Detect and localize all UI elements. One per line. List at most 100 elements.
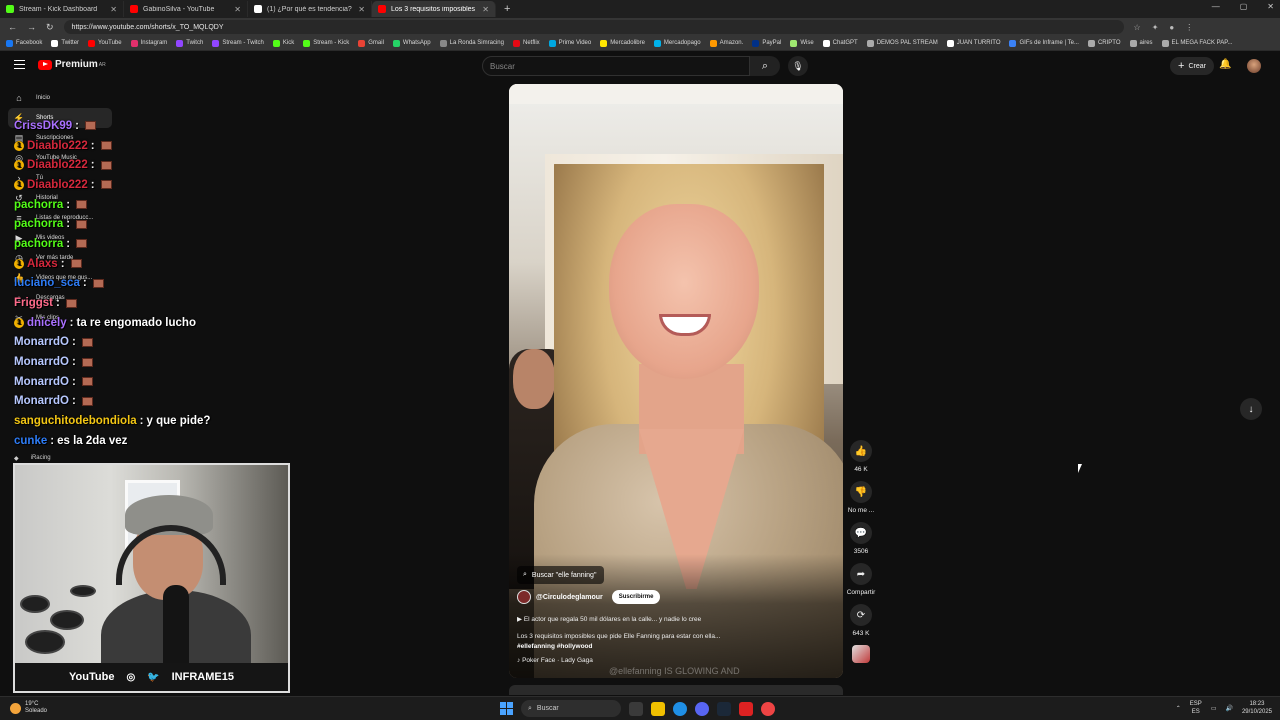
weather-widget[interactable]: 19°C Soleado xyxy=(10,701,47,715)
minimize-icon[interactable]: — xyxy=(1212,2,1220,11)
new-tab-button[interactable]: + xyxy=(496,3,518,15)
bookmark-item[interactable]: Instagram xyxy=(130,39,167,47)
audio-thumbnail[interactable] xyxy=(852,645,870,663)
like-button[interactable]: 👍 xyxy=(850,440,872,462)
bookmark-item[interactable]: Prime Video xyxy=(548,39,591,47)
emote-icon xyxy=(70,259,82,269)
bookmark-favicon-icon xyxy=(1087,39,1095,47)
chat-text: y que pide? xyxy=(146,415,211,428)
clock[interactable]: 18:23 29/10/2025 xyxy=(1242,700,1272,716)
maximize-icon[interactable]: ▢ xyxy=(1240,2,1248,11)
hamburger-menu-icon[interactable] xyxy=(14,60,25,69)
volume-icon[interactable]: 🔊 xyxy=(1225,705,1232,712)
url-field[interactable]: https://www.youtube.com/shorts/x_TO_MQLQ… xyxy=(63,20,1124,34)
music-link[interactable]: ♪ Poker Face · Lady Gaga xyxy=(517,657,593,664)
drum-kit xyxy=(15,575,105,663)
bookmark-item[interactable]: ChatGPT xyxy=(822,39,858,47)
bookmark-item[interactable]: Stream - Kick xyxy=(303,39,349,47)
language-indicator[interactable]: ESP ES xyxy=(1190,700,1202,716)
bookmark-item[interactable]: Twitter xyxy=(51,39,79,47)
voice-search-button[interactable]: 🎙 xyxy=(788,56,808,76)
menu-icon[interactable]: ⋮ xyxy=(1185,23,1193,32)
close-window-icon[interactable]: ✕ xyxy=(1267,2,1274,11)
bookmark-item[interactable]: Gmail xyxy=(358,39,384,47)
next-short-button[interactable]: ↓ xyxy=(1240,398,1262,420)
chat-username: MonarrdO xyxy=(14,375,69,388)
notifications-bell-icon[interactable]: 🔔 xyxy=(1219,59,1231,70)
comments-button[interactable]: 💬 xyxy=(850,522,872,544)
bookmark-item[interactable]: Mercadopago xyxy=(653,39,701,47)
bookmark-item[interactable]: Stream - Twitch xyxy=(212,39,264,47)
bookmark-item[interactable]: EL MEGA FACK PAP... xyxy=(1161,39,1232,47)
back-icon[interactable]: ← xyxy=(8,22,17,32)
bookmark-favicon-icon xyxy=(51,39,59,47)
create-button[interactable]: + Crear xyxy=(1170,57,1214,75)
bookmark-item[interactable]: JUAN TURRITO xyxy=(946,39,1000,47)
close-tab-icon[interactable]: ✕ xyxy=(110,5,117,14)
bookmark-item[interactable]: Amazon. xyxy=(709,39,743,47)
edge-icon[interactable] xyxy=(673,701,687,716)
close-tab-icon[interactable]: ✕ xyxy=(482,5,489,14)
browser-tab[interactable]: GabinoSilva - YouTube ✕ xyxy=(124,1,248,17)
discord-icon[interactable] xyxy=(695,701,709,716)
bookmark-item[interactable]: Twitch xyxy=(176,39,203,47)
bookmark-item[interactable]: Mercadolibre xyxy=(600,39,645,47)
browser-tab[interactable]: Los 3 requisitos imposibles ✕ xyxy=(372,1,496,17)
shorts-video-player[interactable]: ⌕ Buscar "elle fanning" @Circulodeglamour… xyxy=(509,84,843,678)
short-hashtags[interactable]: #ellefanning #hollywood xyxy=(517,643,592,650)
search-input[interactable]: Buscar xyxy=(482,56,750,76)
bookmark-item[interactable]: aires xyxy=(1129,39,1153,47)
bookmark-item[interactable]: WhatsApp xyxy=(392,39,431,47)
channel-avatar[interactable] xyxy=(517,590,531,604)
extensions-icon[interactable]: ✦ xyxy=(1152,23,1159,32)
browser-tab[interactable]: (1) ¿Por qué es tendencia? en X✕ xyxy=(248,1,372,17)
remix-button[interactable]: ⟳ xyxy=(850,604,872,626)
bookmark-item[interactable]: PayPal xyxy=(752,39,781,47)
start-button[interactable] xyxy=(500,702,513,715)
webcam-overlay: YouTube ◎ 🐦 INFRAME15 xyxy=(13,463,290,693)
reload-icon[interactable]: ↻ xyxy=(46,22,54,33)
emote-icon xyxy=(92,278,104,288)
chat-message: 1 Diaablo222: xyxy=(14,136,254,156)
youtube-premium-logo[interactable]: Premium AR xyxy=(38,59,106,70)
taskbar-search[interactable]: ⌕ Buscar xyxy=(521,700,621,717)
chat-message: 1 Diaablo222: xyxy=(14,155,254,175)
bookmark-item[interactable]: La Ronda Simracing xyxy=(439,39,504,47)
bookmark-item[interactable]: Kick xyxy=(272,39,294,47)
forward-icon[interactable]: → xyxy=(27,22,36,32)
steam-icon[interactable] xyxy=(717,701,731,716)
close-tab-icon[interactable]: ✕ xyxy=(234,5,241,14)
bookmark-item[interactable]: GIFs de Inframe | Te... xyxy=(1009,39,1079,47)
task-view-icon[interactable] xyxy=(629,701,643,716)
network-icon[interactable]: ▭ xyxy=(1211,705,1217,712)
bookmark-item[interactable]: Facebook xyxy=(6,39,42,47)
account-avatar[interactable] xyxy=(1247,59,1261,73)
bookmark-star-icon[interactable]: ☆ xyxy=(1134,23,1141,32)
file-explorer-icon[interactable] xyxy=(651,701,665,716)
chat-text: es la 2da vez xyxy=(57,434,128,447)
video-caption-watermark: @ellefanning IS GLOWING AND xyxy=(609,666,740,676)
webcam-feed xyxy=(15,465,288,663)
sidebar-item-home[interactable]: ⌂ Inicio xyxy=(8,88,112,108)
dislike-button[interactable]: 👎 xyxy=(850,481,872,503)
subscribe-button[interactable]: Suscribirme xyxy=(611,590,661,604)
bookmark-item[interactable]: Netflix xyxy=(512,39,540,47)
search-suggestion-chip[interactable]: ⌕ Buscar "elle fanning" xyxy=(517,566,605,584)
browser-tab[interactable]: Stream - Kick Dashboard ✕ xyxy=(0,1,124,17)
channel-name[interactable]: @Circulodeglamour xyxy=(536,594,603,601)
app-icon[interactable] xyxy=(739,701,753,716)
chrome-icon[interactable] xyxy=(761,701,775,716)
related-video-link[interactable]: ▶ El actor que regala 50 mil dólares en … xyxy=(517,615,701,623)
bookmark-item[interactable]: DEMOS PAL STREAM xyxy=(866,39,938,47)
bookmark-item[interactable]: Wise xyxy=(790,39,814,47)
share-button[interactable]: ➦ xyxy=(849,563,872,585)
chat-message: sanguchitodebondiola: y que pide? xyxy=(14,415,211,428)
tray-chevron-icon[interactable]: ⌃ xyxy=(1176,705,1181,712)
bookmark-item[interactable]: CRIPTO xyxy=(1087,39,1121,47)
chat-message: 1 Diaablo222: xyxy=(14,175,254,195)
search-button[interactable]: ⌕ xyxy=(750,56,780,76)
bookmark-item[interactable]: YouTube xyxy=(88,39,122,47)
bookmark-favicon-icon xyxy=(752,39,760,47)
close-tab-icon[interactable]: ✕ xyxy=(358,5,365,14)
profile-icon[interactable]: ● xyxy=(1169,23,1174,32)
